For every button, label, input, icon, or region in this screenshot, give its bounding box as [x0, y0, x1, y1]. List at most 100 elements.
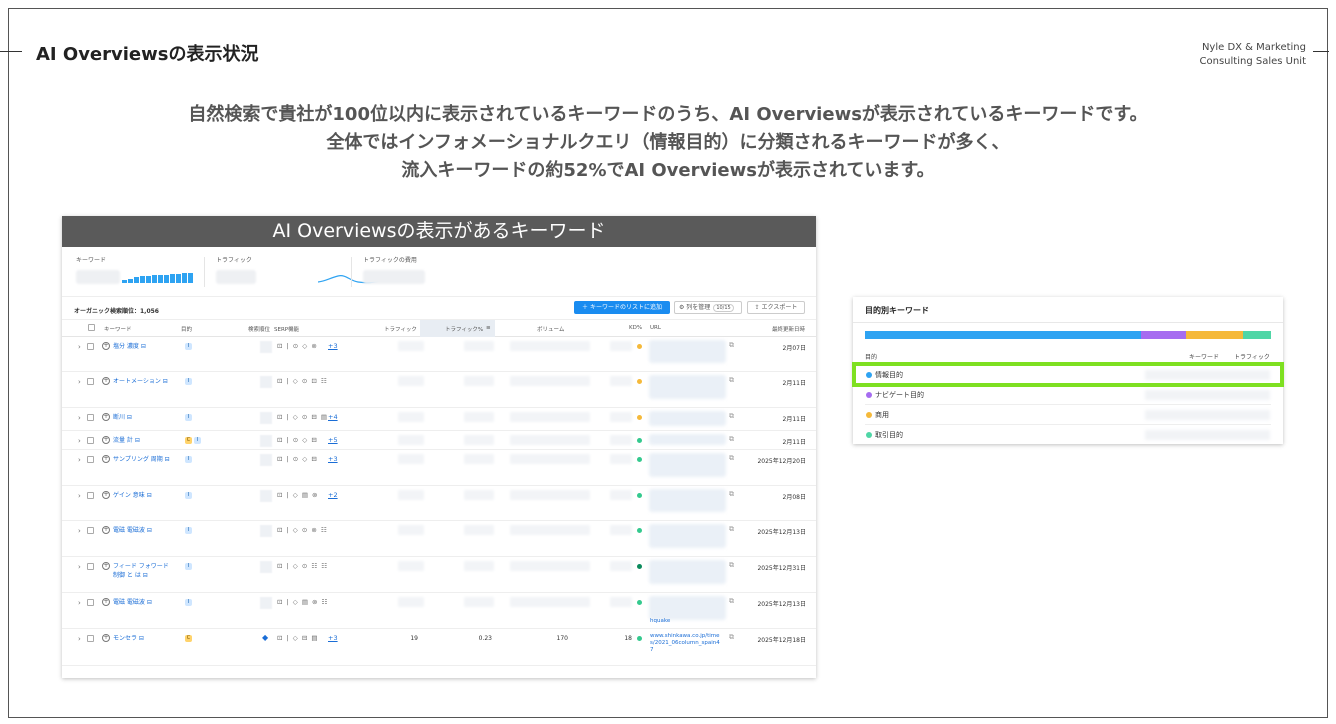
add-keyword-icon[interactable]: +: [102, 342, 110, 350]
keyword-link[interactable]: 塩分 濃度 ⊟: [113, 342, 173, 351]
serp-more-link[interactable]: +2: [328, 491, 338, 499]
add-keyword-icon[interactable]: +: [102, 634, 110, 642]
add-keyword-icon[interactable]: +: [102, 455, 110, 463]
intent-stacked-bar: [865, 331, 1271, 339]
row-checkbox[interactable]: [87, 437, 94, 444]
row-checkbox[interactable]: [87, 563, 94, 570]
col-position[interactable]: 検索順位: [248, 325, 270, 333]
keyword-link[interactable]: モンセラ ⊟: [113, 634, 173, 643]
external-link-icon[interactable]: ⧉: [729, 561, 734, 570]
col-traffic-pct[interactable]: トラフィック%: [445, 325, 483, 333]
metric-value-blurred: [464, 490, 494, 500]
metric-value-blurred: [510, 525, 590, 535]
expand-chevron-icon[interactable]: ›: [78, 378, 81, 386]
intent-row[interactable]: ナビゲート目的: [865, 384, 1271, 404]
add-keyword-icon[interactable]: +: [102, 526, 110, 534]
export-button[interactable]: ⇪ エクスポート: [747, 301, 805, 314]
keyword-link[interactable]: 断川 ⊟: [113, 413, 173, 422]
intent-row[interactable]: 商用: [865, 404, 1271, 424]
row-checkbox[interactable]: [87, 599, 94, 606]
intent-panel-title: 目的別キーワード: [865, 306, 929, 315]
headline-line-3: 流入キーワードの約52%でAI Overviewsが表示されています。: [401, 160, 935, 181]
intent-badge: I: [185, 527, 192, 534]
add-to-keyword-list-button[interactable]: ＋ キーワードのリストに追加: [574, 301, 670, 314]
serp-more-link[interactable]: +3: [328, 634, 338, 642]
external-link-icon[interactable]: ⧉: [729, 412, 734, 421]
row-checkbox[interactable]: [87, 414, 94, 421]
col-intent[interactable]: 目的: [181, 325, 192, 333]
table-row[interactable]: › + 電磁 電磁波 ⊟ I ⊡ | ◇ ▤ ⊚ ☷ hquake ⧉ 2025年12月13日: [62, 593, 816, 629]
col-volume[interactable]: ボリューム: [537, 325, 564, 333]
table-row[interactable]: › + ゲイン 意味 ⊟ I ⊡ | ◇ ▤ ⊚ +2 ⧉ 2月08日: [62, 486, 816, 521]
keyword-link[interactable]: 電磁 電磁波 ⊟: [113, 598, 173, 607]
external-link-icon[interactable]: ⧉: [729, 435, 734, 444]
add-keyword-icon[interactable]: +: [102, 436, 110, 444]
col-traffic[interactable]: トラフィック: [384, 325, 417, 333]
intent-row[interactable]: 取引目的: [865, 424, 1271, 444]
serp-more-link[interactable]: +4: [328, 413, 338, 421]
expand-chevron-icon[interactable]: ›: [78, 414, 81, 422]
external-link-icon[interactable]: ⧉: [729, 525, 734, 534]
sort-icon[interactable]: ≡: [486, 325, 491, 331]
select-all-checkbox[interactable]: [88, 324, 95, 331]
row-checkbox[interactable]: [87, 635, 94, 642]
serp-more-link[interactable]: +3: [328, 342, 338, 350]
table-row[interactable]: › + 流量 計 ⊟ C I ⊡ | ⊙ ◇ ⊟ +5 ⧉ 2月11日: [62, 431, 816, 450]
updated-date: 2025年12月31日: [757, 565, 806, 572]
expand-chevron-icon[interactable]: ›: [78, 599, 81, 607]
external-link-icon[interactable]: ⧉: [729, 454, 734, 463]
expand-chevron-icon[interactable]: ›: [78, 492, 81, 500]
serp-features: ⊡ | ⊙ ◇ ⊟: [277, 455, 318, 463]
serp-more-link[interactable]: +3: [328, 455, 338, 463]
col-serp[interactable]: SERP機能: [274, 325, 299, 333]
external-link-icon[interactable]: ⧉: [729, 633, 734, 642]
metric-value-blurred: [398, 341, 424, 351]
table-row[interactable]: › + サンプリング 周期 ⊟ I ⊡ | ⊙ ◇ ⊟ +3 ⧉ 2025年12月20日: [62, 450, 816, 486]
url-link[interactable]: www.shinkawa.co.jp/times/2021_06column_s…: [650, 633, 722, 654]
row-checkbox[interactable]: [87, 456, 94, 463]
table-row[interactable]: › + 電磁 電磁波 ⊟ I ⊡ | ◇ ⊙ ⊚ ☷ ⧉ 2025年12月13日: [62, 521, 816, 557]
add-keyword-icon[interactable]: +: [102, 598, 110, 606]
expand-chevron-icon[interactable]: ›: [78, 456, 81, 464]
add-keyword-icon[interactable]: +: [102, 377, 110, 385]
stat-keywords-value: [76, 270, 120, 284]
expand-chevron-icon[interactable]: ›: [78, 563, 81, 571]
row-checkbox[interactable]: [87, 378, 94, 385]
manage-columns-button[interactable]: ⚙ 列を管理 10/15: [674, 301, 742, 314]
table-row[interactable]: › + オートメーション ⊟ I ⊡ | ◇ ⊙ ⊡ ☷ ⧉ 2月11日: [62, 372, 816, 408]
traffic-pct-value: 0.23: [478, 635, 492, 642]
expand-chevron-icon[interactable]: ›: [78, 343, 81, 351]
row-checkbox[interactable]: [87, 492, 94, 499]
external-link-icon[interactable]: ⧉: [729, 341, 734, 350]
external-link-icon[interactable]: ⧉: [729, 597, 734, 606]
table-row[interactable]: › + フィード フォワード 制御 と は ⊟ I ⊡ | ◇ ⊙ ☷ ☷ ⧉ 2025年1…: [62, 557, 816, 593]
col-kd[interactable]: KD%: [629, 325, 642, 331]
keyword-link[interactable]: ゲイン 意味 ⊟: [113, 491, 173, 500]
col-url[interactable]: URL: [650, 325, 661, 331]
col-updated[interactable]: 最終更新日時: [772, 325, 805, 333]
external-link-icon[interactable]: ⧉: [729, 376, 734, 385]
keyword-link[interactable]: 電磁 電磁波 ⊟: [113, 526, 173, 535]
metric-value-blurred: [464, 454, 494, 464]
serp-features: ⊡ | ◇ ⊟ ▤: [277, 634, 319, 642]
add-keyword-icon[interactable]: +: [102, 562, 110, 570]
keyword-link[interactable]: オートメーション ⊟: [113, 377, 173, 386]
table-row[interactable]: › + 塩分 濃度 ⊟ I ⊡ | ⊙ ◇ ⊚ +3 ⧉ 2月07日: [62, 337, 816, 372]
keyword-link[interactable]: 流量 計 ⊟: [113, 436, 173, 445]
row-checkbox[interactable]: [87, 343, 94, 350]
col-keyword[interactable]: キーワード: [104, 325, 132, 333]
add-keyword-icon[interactable]: +: [102, 413, 110, 421]
table-row[interactable]: › + 断川 ⊟ I ⊡ | ◇ ⊙ ⊟ ▤ +4 ⧉ 2月11日: [62, 408, 816, 431]
add-keyword-icon[interactable]: +: [102, 491, 110, 499]
expand-chevron-icon[interactable]: ›: [78, 527, 81, 535]
url-link[interactable]: hquake: [650, 618, 722, 625]
row-checkbox[interactable]: [87, 527, 94, 534]
serp-more-link[interactable]: +5: [328, 436, 338, 444]
keyword-link[interactable]: サンプリング 周期 ⊟: [113, 455, 173, 464]
expand-chevron-icon[interactable]: ›: [78, 437, 81, 445]
table-row[interactable]: › + モンセラ ⊟ C ◆ ⊡ | ◇ ⊟ ▤ +3 19 0.23 170 18 www.shi…: [62, 629, 816, 666]
intent-badge: I: [185, 378, 192, 385]
external-link-icon[interactable]: ⧉: [729, 490, 734, 499]
keyword-link[interactable]: フィード フォワード 制御 と は ⊟: [113, 562, 173, 580]
expand-chevron-icon[interactable]: ›: [78, 635, 81, 643]
